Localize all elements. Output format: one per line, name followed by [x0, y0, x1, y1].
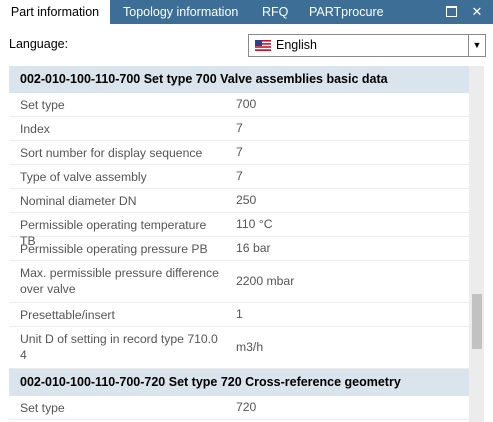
property-value: 250 — [236, 193, 257, 207]
chevron-down-icon[interactable]: ▼ — [468, 35, 485, 56]
language-select[interactable]: English ▼ — [248, 34, 486, 57]
property-value: 720 — [236, 400, 257, 414]
property-value: 700 — [236, 97, 257, 111]
maximize-button[interactable] — [440, 0, 462, 24]
property-key: Sort number for display sequence — [20, 146, 203, 160]
close-button[interactable]: ✕ — [466, 0, 488, 24]
language-label: Language: — [9, 37, 69, 51]
property-key: Max. permissible pressure difference ove… — [20, 266, 219, 296]
table-row: Permissible operating pressure PB 16 bar — [9, 237, 469, 261]
tab-part-information[interactable]: Part information — [0, 0, 110, 24]
property-key: Set type — [20, 401, 65, 415]
maximize-icon — [445, 6, 457, 18]
property-key: Type of valve assembly — [20, 170, 147, 184]
section-header[interactable]: 002-010-100-110-700 Set type 700 Valve a… — [9, 66, 469, 93]
scrollbar-thumb[interactable] — [472, 294, 482, 349]
property-value: m3/h — [236, 340, 264, 354]
table-row: Index 7 — [9, 117, 469, 141]
property-key: Unit D of setting in record type 710.0 4 — [20, 332, 218, 362]
property-value: 7 — [236, 121, 243, 135]
table-row: Type of valve assembly 7 — [9, 165, 469, 189]
tab-bar: Part information Topology information RF… — [0, 0, 493, 24]
property-value: 2200 mbar — [236, 274, 295, 288]
language-selected-value: English — [276, 38, 317, 52]
property-value: 7 — [236, 145, 243, 159]
us-flag-icon — [255, 40, 271, 51]
close-icon: ✕ — [471, 4, 483, 19]
table-row: Max. permissible pressure difference ove… — [9, 261, 469, 303]
property-key: Nominal diameter DN — [20, 194, 137, 208]
table-row: Unit D of setting in record type 710.0 4… — [9, 327, 469, 369]
property-value: 7 — [236, 169, 243, 183]
section-title: 002-010-100-110-700-720 Set type 720 Cro… — [20, 375, 401, 389]
properties-panel: 002-010-100-110-700 Set type 700 Valve a… — [9, 66, 469, 422]
vertical-scrollbar[interactable] — [469, 66, 484, 422]
table-row: Permissible operating temperature TB 110 … — [9, 213, 469, 248]
property-key: Index — [20, 122, 50, 136]
property-key: Set type — [20, 98, 65, 112]
property-value: 1 — [236, 307, 243, 321]
property-key: Presettable/insert — [20, 308, 115, 322]
table-row: Nominal diameter DN 250 — [9, 189, 469, 213]
property-value: 16 bar — [236, 241, 271, 255]
tab-partprocure[interactable]: PARTprocure — [309, 0, 384, 24]
property-value: 110 °C — [236, 217, 273, 231]
tab-topology-information[interactable]: Topology information — [123, 0, 238, 24]
table-row: Sort number for display sequence 7 — [9, 141, 469, 165]
section-title: 002-010-100-110-700 Set type 700 Valve a… — [20, 72, 388, 86]
section-header[interactable]: 002-010-100-110-700-720 Set type 720 Cro… — [9, 369, 469, 396]
tab-rfq[interactable]: RFQ — [262, 0, 288, 24]
property-key: Permissible operating pressure PB — [20, 242, 208, 256]
table-row: Set type 700 — [9, 93, 469, 117]
table-row: Set type 720 — [9, 396, 469, 420]
table-row: Presettable/insert 1 — [9, 303, 469, 327]
